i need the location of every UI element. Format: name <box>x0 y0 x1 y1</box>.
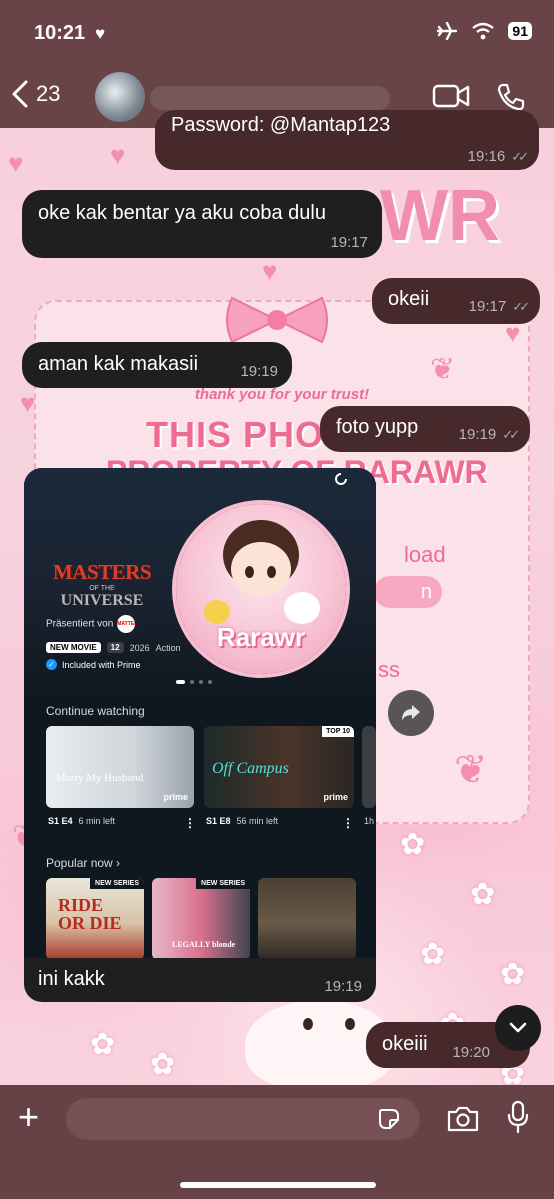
heart-icon: ♥ <box>95 24 106 43</box>
carousel-dots <box>176 680 212 684</box>
wallpaper-big-letters: WR <box>380 176 500 256</box>
plus-icon[interactable]: + <box>18 1087 39 1147</box>
message-text: okeii <box>388 288 430 310</box>
message-bubble-incoming[interactable]: aman kak makasii 19:19 <box>22 342 292 388</box>
chat-header: 10:21 ♥ 91 23 <box>0 0 554 128</box>
chevron-left-icon <box>12 80 28 108</box>
card-episode-info: S1 E4 6 min left <box>48 816 116 826</box>
flower-icon: ✿ <box>470 878 496 911</box>
message-time: 19:17 <box>330 234 368 251</box>
back-button[interactable]: 23 <box>10 80 60 108</box>
read-receipt-icon: ✓✓ <box>511 149 529 164</box>
scroll-to-bottom-button[interactable] <box>495 1005 541 1051</box>
message-bubble-image[interactable]: MASTERS OF THE UNIVERSE Präsentiert von M… <box>24 468 376 1002</box>
shared-presented-by: Präsentiert von MATTEL <box>46 615 137 633</box>
card-episode-info: 1h <box>364 816 375 826</box>
message-time: 19:19 <box>458 426 497 443</box>
wifi-icon <box>472 22 495 40</box>
heart-icon: ♥ <box>8 148 24 178</box>
check-icon: ✓ <box>46 659 57 670</box>
message-input[interactable] <box>82 1106 376 1132</box>
camera-icon[interactable] <box>446 1105 480 1133</box>
message-composer: + <box>0 1085 554 1199</box>
wallpaper-word-ss: ss <box>378 657 400 682</box>
message-text: ini kakk <box>38 968 105 990</box>
status-time: 10:21 <box>34 22 86 44</box>
read-receipt-icon: ✓✓ <box>502 427 520 442</box>
message-bubble-outgoing[interactable]: Password: @Mantap123 19:16 ✓✓ <box>155 110 539 170</box>
flower-icon: ✿ <box>400 828 426 861</box>
shared-card: TOP 10 Off Campus prime <box>204 726 354 808</box>
video-call-icon[interactable] <box>432 82 470 110</box>
wallpaper-bow <box>226 296 328 344</box>
shared-card <box>362 726 376 808</box>
shared-card: Marry My Husband prime <box>46 726 194 808</box>
message-input-box[interactable] <box>66 1098 420 1140</box>
message-time: 19:16 <box>467 148 506 165</box>
card-episode-info: S1 E8 56 min left <box>206 816 279 826</box>
continue-watching-heading: Continue watching <box>46 704 145 718</box>
read-receipt-icon: ✓✓ <box>512 299 530 314</box>
message-text: foto yupp <box>336 416 419 438</box>
shared-popular-card: NEW SERIES LEGALLY blonde <box>152 878 250 958</box>
message-time: 19:20 <box>452 1044 490 1061</box>
airplane-mode-icon <box>437 22 458 40</box>
home-indicator <box>180 1182 376 1188</box>
shared-included-prime: ✓ Included with Prime <box>46 659 141 670</box>
microphone-icon[interactable] <box>506 1100 530 1134</box>
shared-hero-logo: MASTERS OF THE UNIVERSE <box>52 560 152 609</box>
shared-popular-card: NEW SERIES RIDE OR DIE <box>46 878 144 958</box>
more-icon: ⋮ <box>184 816 196 830</box>
heart-icon: ♥ <box>110 140 126 170</box>
message-time: 19:19 <box>240 363 278 380</box>
heart-icon: ♥ <box>262 256 278 286</box>
flower-icon: ✿ <box>500 958 526 991</box>
popular-now-heading: Popular now › <box>46 856 121 870</box>
flower-icon: ✿ <box>150 1048 176 1081</box>
forward-button[interactable] <box>388 690 434 736</box>
wallpaper-pill: n <box>374 576 442 608</box>
message-bubble-outgoing[interactable]: okeii 19:17 ✓✓ <box>372 278 540 324</box>
share-forward-icon <box>402 705 420 721</box>
flower-icon: ✿ <box>90 1028 116 1061</box>
message-bubble-outgoing[interactable]: foto yupp 19:19 ✓✓ <box>320 406 530 452</box>
contact-name[interactable] <box>150 86 390 110</box>
wallpaper-word-load: load <box>404 542 446 567</box>
refresh-icon <box>335 473 347 485</box>
message-text: Password: @Mantap123 <box>171 114 391 136</box>
phone-icon[interactable] <box>496 82 526 112</box>
message-time: 19:19 <box>324 978 362 995</box>
butterfly-icon: ❦ <box>430 353 456 386</box>
unread-count: 23 <box>36 81 61 106</box>
sticker-icon[interactable] <box>378 1108 400 1130</box>
scroll-down-icon <box>509 1022 527 1033</box>
rarawr-avatar-sticker: Rarawr <box>176 504 346 674</box>
shared-meta-row: NEW MOVIE 12 2026 Action <box>46 642 181 653</box>
message-text: aman kak makasii <box>38 353 199 375</box>
message-text: oke kak bentar ya aku coba dulu <box>38 202 326 224</box>
shared-popular-card <box>258 878 356 958</box>
message-bubble-incoming[interactable]: oke kak bentar ya aku coba dulu 19:17 <box>22 190 382 258</box>
status-icons: 91 <box>436 22 532 40</box>
avatar[interactable] <box>95 72 145 122</box>
message-text: okeiii <box>382 1033 428 1055</box>
mattel-logo: MATTEL <box>117 615 137 633</box>
message-time: 19:17 <box>468 298 507 315</box>
more-icon: ⋮ <box>342 816 354 830</box>
heart-icon: ♥ <box>20 388 36 418</box>
flower-icon: ✿ <box>420 938 446 971</box>
shared-image[interactable]: MASTERS OF THE UNIVERSE Präsentiert von M… <box>24 468 376 958</box>
butterfly-icon: ❦ <box>454 748 488 792</box>
wallpaper-thank-you: thank you for your trust! <box>194 386 370 403</box>
battery-icon: 91 <box>508 22 532 40</box>
